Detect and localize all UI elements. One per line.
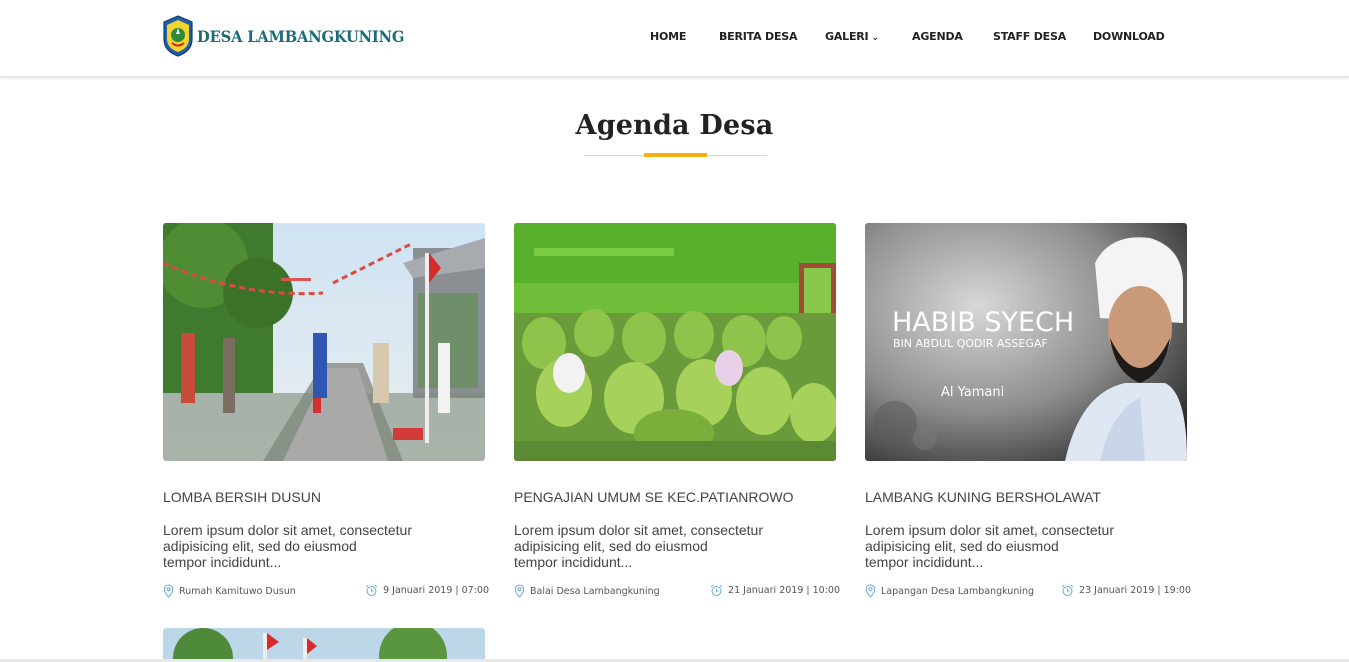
agenda-image-gathering[interactable] <box>514 223 836 461</box>
agenda-location: Lapangan Desa Lambangkuning <box>865 584 1034 598</box>
description-line: adipisicing elit, sed do eiusmod <box>514 538 708 554</box>
map-pin-icon <box>163 584 174 598</box>
agenda-description: Lorem ipsum dolor sit amet, consectetur … <box>163 522 483 570</box>
description-line: Lorem ipsum dolor sit amet, consectetur <box>163 522 412 538</box>
agenda-card[interactable]: HABIB SYECH BIN ABDUL QODIR ASSEGAF Al Y… <box>865 223 1191 598</box>
site-header: DESA LAMBANGKUNING HOME BERITA DESA GALE… <box>0 0 1349 77</box>
alarm-clock-icon <box>1061 585 1074 596</box>
nav-download[interactable]: DOWNLOAD <box>1093 30 1165 43</box>
agenda-image-village-street[interactable] <box>163 223 485 461</box>
agenda-description: Lorem ipsum dolor sit amet, consectetur … <box>514 522 834 570</box>
location-text: Lapangan Desa Lambangkuning <box>881 585 1035 597</box>
nav-berita-desa[interactable]: BERITA DESA <box>719 30 798 43</box>
date-text: 23 Januari 2019 | 19:00 <box>1079 585 1191 596</box>
nav-home[interactable]: HOME <box>650 30 686 43</box>
agenda-datetime: 21 Januari 2019 | 10:00 <box>710 584 840 597</box>
nav-agenda[interactable]: AGENDA <box>912 30 963 43</box>
section-heading: Agenda Desa <box>0 110 1349 141</box>
map-pin-icon <box>865 584 876 598</box>
description-line: tempor incididunt... <box>514 554 633 570</box>
site-logo[interactable]: DESA LAMBANGKUNING <box>162 15 422 57</box>
map-pin-icon <box>514 584 525 598</box>
alarm-clock-icon <box>365 585 378 596</box>
nav-galeri[interactable]: GALERI ⌄ <box>825 30 879 43</box>
location-text: Rumah Kamituwo Dusun <box>179 585 296 597</box>
agenda-title[interactable]: LOMBA BERSIH DUSUN <box>163 489 321 505</box>
image-caption-subtitle: BIN ABDUL QODIR ASSEGAF <box>893 337 1048 350</box>
nav-staff-desa[interactable]: STAFF DESA <box>993 30 1066 43</box>
agenda-datetime: 23 Januari 2019 | 19:00 <box>1061 584 1191 597</box>
image-caption-tag: Al Yamani <box>941 385 1004 400</box>
date-text: 21 Januari 2019 | 10:00 <box>728 585 840 596</box>
agenda-card[interactable]: LOMBA BERSIH DUSUN Lorem ipsum dolor sit… <box>163 223 489 598</box>
agenda-title[interactable]: PENGAJIAN UMUM SE KEC.PATIANROWO <box>514 489 794 505</box>
title-accent-bar <box>644 153 707 157</box>
agenda-location: Balai Desa Lambangkuning <box>514 584 660 598</box>
date-text: 9 Januari 2019 | 07:00 <box>383 585 489 596</box>
agenda-datetime: 9 Januari 2019 | 07:00 <box>365 584 489 597</box>
description-line: tempor incididunt... <box>865 554 984 570</box>
page-title: Agenda Desa <box>575 110 774 141</box>
chevron-down-icon: ⌄ <box>871 33 879 43</box>
alarm-clock-icon <box>710 585 723 596</box>
description-line: tempor incididunt... <box>163 554 282 570</box>
nav-galeri-label: GALERI <box>825 30 869 43</box>
description-line: Lorem ipsum dolor sit amet, consectetur <box>514 522 763 538</box>
description-line: adipisicing elit, sed do eiusmod <box>163 538 357 554</box>
site-name: DESA LAMBANGKUNING <box>197 26 405 46</box>
location-text: Balai Desa Lambangkuning <box>530 585 660 597</box>
agenda-card-partial-image[interactable] <box>163 628 485 662</box>
agenda-description: Lorem ipsum dolor sit amet, consectetur … <box>865 522 1185 570</box>
description-line: Lorem ipsum dolor sit amet, consectetur <box>865 522 1114 538</box>
agenda-title[interactable]: LAMBANG KUNING BERSHOLAWAT <box>865 489 1101 505</box>
image-caption-name: HABIB SYECH <box>892 307 1074 338</box>
village-emblem-icon <box>163 15 193 57</box>
agenda-location: Rumah Kamituwo Dusun <box>163 584 296 598</box>
agenda-card[interactable]: PENGAJIAN UMUM SE KEC.PATIANROWO Lorem i… <box>514 223 840 598</box>
description-line: adipisicing elit, sed do eiusmod <box>865 538 1059 554</box>
agenda-image-habib-syech[interactable]: HABIB SYECH BIN ABDUL QODIR ASSEGAF Al Y… <box>865 223 1187 461</box>
